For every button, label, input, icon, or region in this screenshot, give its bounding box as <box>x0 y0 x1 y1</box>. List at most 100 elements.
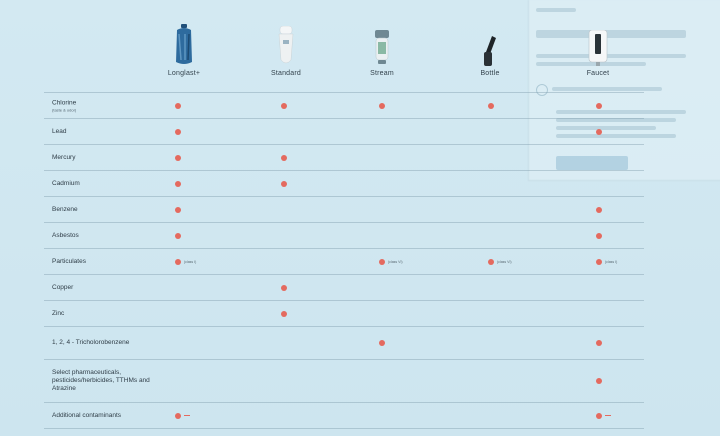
contaminant-label: Copper <box>52 284 162 292</box>
product-stream[interactable]: Stream <box>342 22 422 77</box>
coverage-dot-icon <box>379 258 385 265</box>
coverage-cell-longlast: (class I) <box>175 256 235 268</box>
coverage-dot-icon <box>175 154 181 161</box>
contaminant-name: Mercury <box>52 153 76 161</box>
table-row: Chlorine (taste & odor) <box>44 92 644 118</box>
coverage-dot-icon <box>379 340 385 346</box>
product-faucet[interactable]: Faucet <box>558 22 638 77</box>
contaminant-label: 1, 2, 4 - Tricholorobenzene <box>52 339 162 347</box>
coverage-cell-bottle: (class VI) <box>488 256 548 268</box>
contaminant-name: Select pharmaceuticals, pesticides/herbi… <box>52 369 150 392</box>
coverage-dot-icon <box>175 102 181 109</box>
coverage-cell-faucet <box>596 410 656 422</box>
coverage-cell-faucet <box>596 230 656 242</box>
coverage-cell-longlast <box>175 126 235 138</box>
coverage-cell-longlast <box>175 178 235 190</box>
coverage-dot-icon <box>281 310 287 317</box>
table-row: Lead <box>44 118 644 144</box>
contaminant-label: Additional contaminants <box>52 412 162 420</box>
contaminant-name: Benzene <box>52 205 78 213</box>
coverage-cell-longlast <box>175 204 235 216</box>
coverage-cell-faucet <box>596 337 656 349</box>
standard-filter-icon <box>246 22 326 66</box>
coverage-dot-icon <box>488 102 494 109</box>
coverage-cell-faucet <box>596 126 656 138</box>
coverage-cell-standard <box>281 308 341 320</box>
coverage-dot-icon <box>596 232 602 239</box>
coverage-cell-faucet <box>596 204 656 216</box>
contaminant-label: Chlorine (taste & odor) <box>52 99 162 112</box>
contaminant-name: Asbestos <box>52 231 79 239</box>
contaminant-name: 1, 2, 4 - Tricholorobenzene <box>52 339 130 346</box>
coverage-dot-icon <box>175 258 181 265</box>
coverage-cell-longlast <box>175 100 235 112</box>
coverage-dot-icon <box>281 180 287 187</box>
contaminant-name: Lead <box>52 127 67 135</box>
coverage-dot-icon <box>175 232 181 239</box>
contaminant-label: Cadmium <box>52 180 162 188</box>
contaminant-name: Chlorine <box>52 99 77 106</box>
coverage-cell-faucet <box>596 100 656 112</box>
table-row: Copper <box>44 274 644 300</box>
coverage-dot-icon <box>175 412 181 419</box>
coverage-dot-icon <box>488 258 494 265</box>
coverage-cell-stream: (class VI) <box>379 256 439 268</box>
coverage-cell-standard <box>281 152 341 164</box>
coverage-dot-icon <box>596 340 602 346</box>
contaminant-name: Particulates <box>52 257 86 265</box>
overlay-text-line <box>552 87 662 91</box>
table-row: 1, 2, 4 - Tricholorobenzene <box>44 326 644 359</box>
coverage-cell-longlast <box>175 152 235 164</box>
contaminant-name: Copper <box>52 283 74 291</box>
contaminant-label: Mercury <box>52 154 162 162</box>
product-label: Faucet <box>586 70 610 77</box>
coverage-dot-icon <box>596 378 602 384</box>
product-label: Standard <box>270 70 301 77</box>
coverage-dot-icon <box>175 180 181 187</box>
contaminant-label: Benzene <box>52 206 162 214</box>
contaminant-label: Asbestos <box>52 232 162 240</box>
stream-filter-icon <box>342 22 422 66</box>
coverage-cell-faucet: (class I) <box>596 256 656 268</box>
bottle-filter-icon <box>450 22 530 66</box>
more-dash-icon <box>605 414 611 417</box>
table-row: Zinc <box>44 300 644 326</box>
product-label: Longlast+ <box>167 70 201 77</box>
coverage-note: (class VI) <box>388 259 403 264</box>
comparison-page: Longlast+ Standard Stream Bottle Faucet … <box>0 0 720 436</box>
coverage-cell-stream <box>379 100 439 112</box>
contaminant-label: Zinc <box>52 310 162 318</box>
contaminant-name: Zinc <box>52 309 65 317</box>
coverage-dot-icon <box>175 128 181 135</box>
more-dash-icon <box>184 414 190 417</box>
coverage-cell-standard <box>281 178 341 190</box>
table-row: Cadmium <box>44 170 644 196</box>
coverage-note: (class I) <box>605 259 618 264</box>
coverage-cell-stream <box>379 337 439 349</box>
coverage-dot-icon <box>379 102 385 109</box>
coverage-cell-longlast <box>175 410 235 422</box>
product-standard[interactable]: Standard <box>246 22 326 77</box>
contaminant-name: Additional contaminants <box>52 411 122 419</box>
table-row: Asbestos <box>44 222 644 248</box>
table-row: Benzene <box>44 196 644 222</box>
coverage-dot-icon <box>175 206 181 213</box>
product-label: Bottle <box>480 70 500 77</box>
product-bottle[interactable]: Bottle <box>450 22 530 77</box>
coverage-cell-standard <box>281 100 341 112</box>
coverage-cell-faucet <box>596 375 656 387</box>
longlast-filter-icon <box>144 22 224 66</box>
coverage-dot-icon <box>281 284 287 291</box>
product-longlast[interactable]: Longlast+ <box>144 22 224 77</box>
coverage-dot-icon <box>281 154 287 161</box>
coverage-dot-icon <box>596 206 602 213</box>
coverage-cell-longlast <box>175 230 235 242</box>
coverage-dot-icon <box>281 102 287 109</box>
contaminant-label: Lead <box>52 128 162 136</box>
table-row: Select pharmaceuticals, pesticides/herbi… <box>44 359 644 402</box>
coverage-cell-bottle <box>488 100 548 112</box>
coverage-dot-icon <box>596 258 602 265</box>
table-row: Particulates (class I) (class VI) (class VI… <box>44 248 644 274</box>
contaminant-label: Particulates <box>52 258 162 266</box>
contaminant-name: Cadmium <box>52 179 80 187</box>
